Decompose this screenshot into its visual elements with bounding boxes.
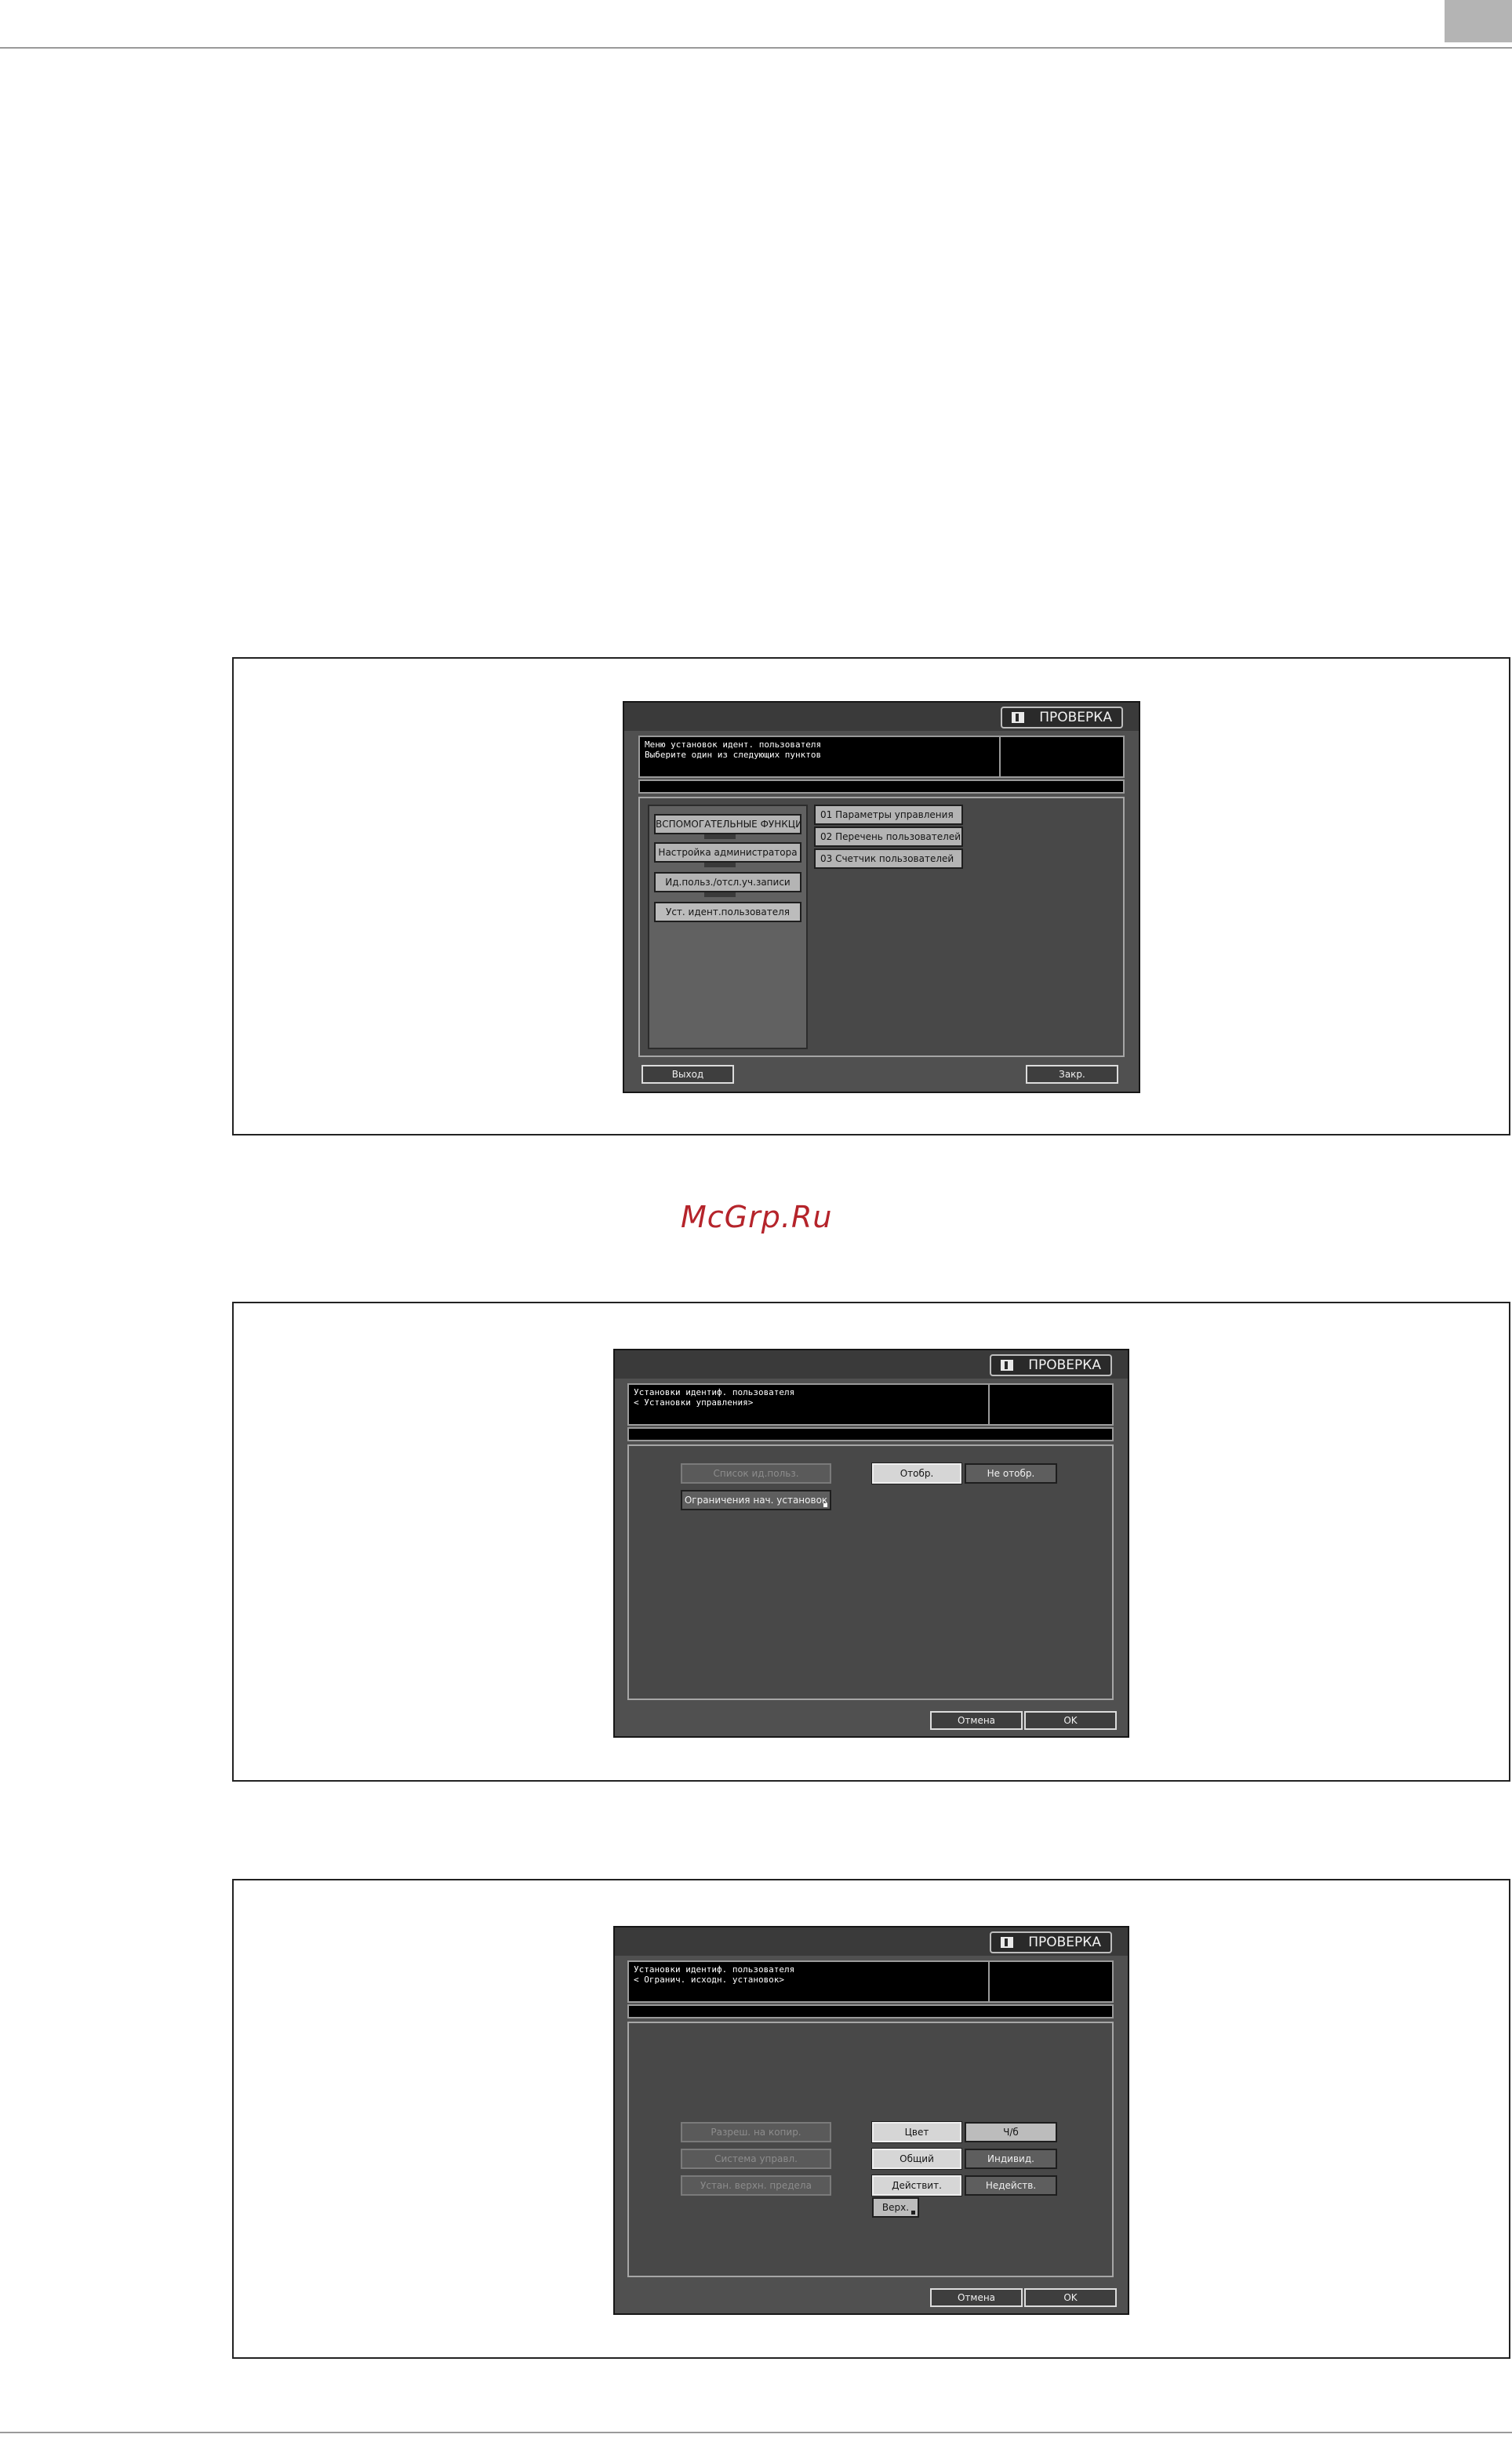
- check-icon: [1012, 712, 1024, 723]
- control-settings-screen: ПРОВЕРКА Установки идентиф. пользователя…: [613, 1349, 1129, 1738]
- message-area: Установки идентиф. пользователя < Ограни…: [627, 1960, 1114, 2003]
- title-bar: ПРОВЕРКА: [615, 1350, 1128, 1379]
- option-user-list[interactable]: 02 Перечень пользователей: [814, 827, 963, 847]
- show-option-button[interactable]: Отобр.: [871, 1462, 962, 1484]
- menu-panel: ВСПОМОГАТЕЛЬНЫЕ ФУНКЦИИ Настройка админи…: [638, 797, 1125, 1057]
- menu-user-account-tracking[interactable]: Ид.польз./отсл.уч.записи: [654, 872, 801, 892]
- message-side-box: [999, 737, 1123, 776]
- copy-permission-item[interactable]: Разреш. на копир.: [681, 2122, 831, 2142]
- bw-option-button[interactable]: Ч/б: [965, 2122, 1057, 2142]
- submenu-indicator-icon: [911, 2211, 915, 2215]
- message-text: Меню установок идент. пользователя Выбер…: [645, 739, 822, 760]
- check-label: ПРОВЕРКА: [1039, 710, 1112, 725]
- title-bar: ПРОВЕРКА: [615, 1928, 1128, 1956]
- check-icon: [1001, 1360, 1013, 1371]
- ok-button[interactable]: OK: [1024, 1711, 1117, 1730]
- restrictions-panel: Разреш. на копир. Система управл. Устан.…: [627, 2022, 1114, 2277]
- tree-connector: [704, 834, 736, 839]
- screenshot-frame-3: ПРОВЕРКА Установки идентиф. пользователя…: [232, 1879, 1510, 2359]
- option-user-counter[interactable]: 03 Счетчик пользователей: [814, 848, 963, 869]
- control-system-item[interactable]: Система управл.: [681, 2149, 831, 2169]
- color-option-button[interactable]: Цвет: [871, 2121, 962, 2143]
- valid-option-button[interactable]: Действит.: [871, 2175, 962, 2196]
- initial-restrictions-screen: ПРОВЕРКА Установки идентиф. пользователя…: [613, 1926, 1129, 2315]
- tree-connector: [704, 863, 736, 867]
- upper-limit-label: Верх.: [881, 2202, 910, 2213]
- header-rule: [0, 47, 1512, 49]
- initial-settings-restrictions-item[interactable]: Ограничения нач. установок: [681, 1490, 831, 1510]
- screenshot-frame-1: ПРОВЕРКА Меню установок идент. пользоват…: [232, 657, 1510, 1135]
- tree-connector: [704, 892, 736, 897]
- title-bar: ПРОВЕРКА: [624, 703, 1139, 731]
- message-text: Установки идентиф. пользователя < Устано…: [634, 1387, 795, 1408]
- message-side-box: [988, 1962, 1112, 2001]
- individual-option-button[interactable]: Индивид.: [965, 2149, 1057, 2169]
- screenshot-frame-2: ПРОВЕРКА Установки идентиф. пользователя…: [232, 1302, 1510, 1782]
- upper-limit-setting-item[interactable]: Устан. верхн. предела: [681, 2175, 831, 2196]
- main-menu-screen: ПРОВЕРКА Меню установок идент. пользоват…: [623, 701, 1140, 1093]
- cancel-button[interactable]: Отмена: [930, 1711, 1023, 1730]
- cancel-button[interactable]: Отмена: [930, 2288, 1023, 2307]
- check-icon: [1001, 1937, 1013, 1948]
- message-text: Установки идентиф. пользователя < Ограни…: [634, 1964, 795, 1985]
- check-button[interactable]: ПРОВЕРКА: [990, 1931, 1112, 1953]
- submenu-indicator-icon: [823, 1503, 827, 1507]
- common-option-button[interactable]: Общий: [871, 2148, 962, 2170]
- message-area: Установки идентиф. пользователя < Устано…: [627, 1383, 1114, 1426]
- check-button[interactable]: ПРОВЕРКА: [990, 1354, 1112, 1376]
- exit-button[interactable]: Выход: [642, 1065, 734, 1084]
- hide-option-button[interactable]: Не отобр.: [965, 1463, 1057, 1484]
- menu-admin-settings[interactable]: Настройка администратора: [654, 842, 801, 863]
- ok-button[interactable]: OK: [1024, 2288, 1117, 2307]
- menu-user-id-settings[interactable]: Уст. идент.пользователя: [654, 902, 801, 922]
- upper-limit-button[interactable]: Верх.: [872, 2197, 919, 2218]
- message-bar: [627, 1427, 1114, 1441]
- option-control-parameters[interactable]: 01 Параметры управления: [814, 805, 963, 825]
- message-bar: [627, 2004, 1114, 2018]
- header-tab: [1445, 0, 1512, 42]
- close-button[interactable]: Закр.: [1026, 1065, 1118, 1084]
- menu-tree-column: ВСПОМОГАТЕЛЬНЫЕ ФУНКЦИИ Настройка админи…: [648, 805, 808, 1049]
- message-bar: [638, 779, 1125, 794]
- check-label: ПРОВЕРКА: [1028, 1935, 1101, 1950]
- invalid-option-button[interactable]: Недейств.: [965, 2175, 1057, 2196]
- check-button[interactable]: ПРОВЕРКА: [1001, 707, 1123, 728]
- message-side-box: [988, 1385, 1112, 1424]
- check-label: ПРОВЕРКА: [1028, 1357, 1101, 1373]
- menu-support-functions[interactable]: ВСПОМОГАТЕЛЬНЫЕ ФУНКЦИИ: [654, 814, 801, 834]
- message-area: Меню установок идент. пользователя Выбер…: [638, 736, 1125, 778]
- watermark: McGrp.Ru: [681, 1200, 833, 1234]
- footer-rule: [0, 2432, 1512, 2433]
- user-id-list-item[interactable]: Список ид.польз.: [681, 1463, 831, 1484]
- settings-panel: Список ид.польз. Ограничения нач. устано…: [627, 1444, 1114, 1700]
- initial-settings-restrictions-label: Ограничения нач. установок: [684, 1495, 828, 1506]
